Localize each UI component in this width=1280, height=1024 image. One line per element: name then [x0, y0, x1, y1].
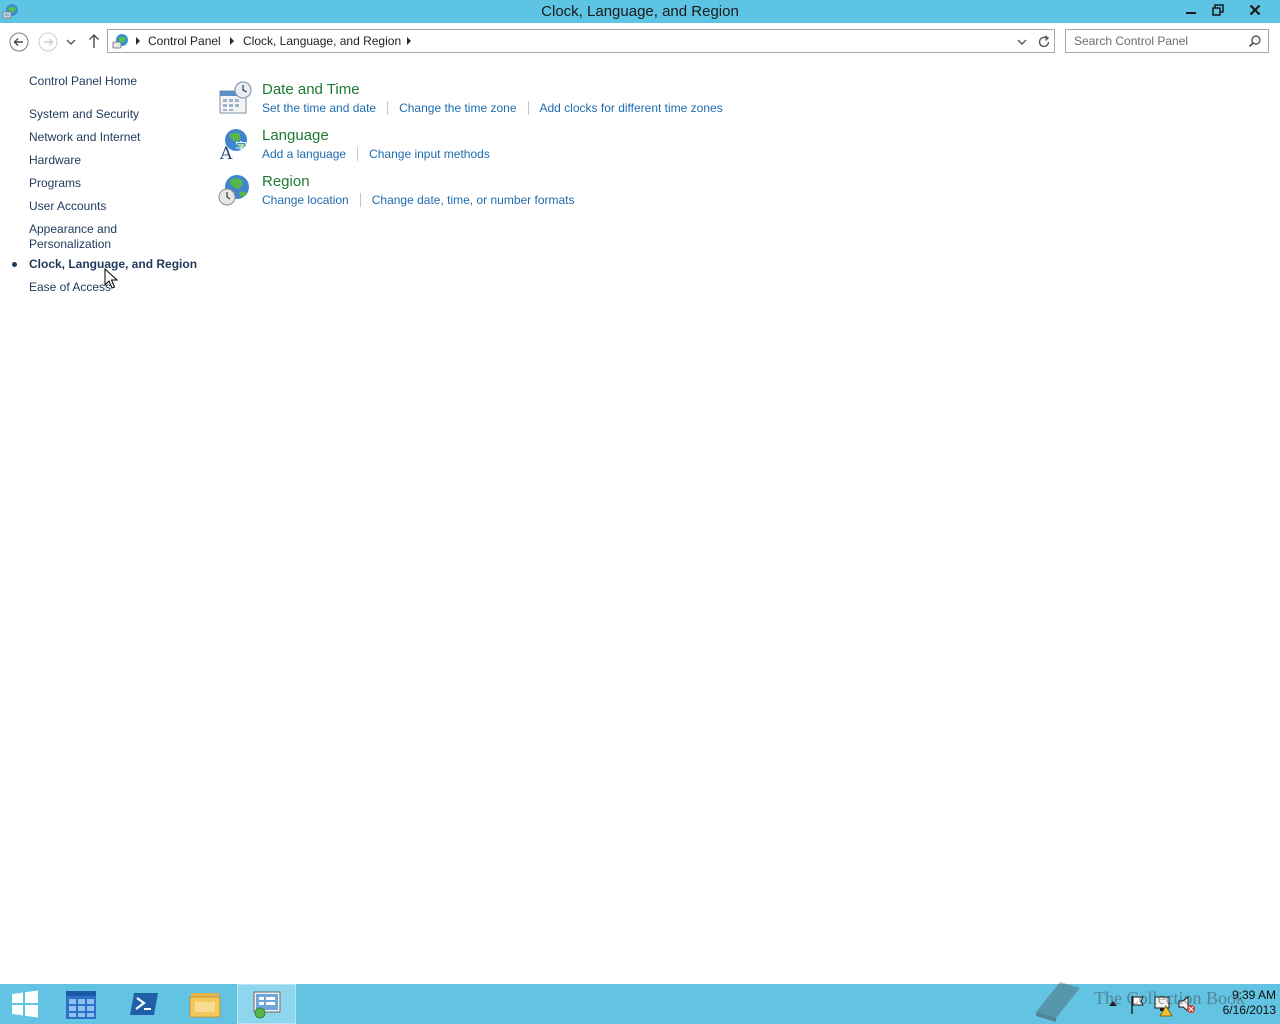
calendar-clock-icon[interactable] — [218, 81, 252, 115]
folder-icon — [189, 993, 221, 1018]
speaker-muted-icon[interactable] — [1176, 984, 1196, 1024]
sidebar-item-user-accounts[interactable]: User Accounts — [29, 199, 106, 214]
system-clock[interactable]: 9:39 AM 6/16/2013 — [1200, 988, 1276, 1018]
change-time-zone-link[interactable]: Change the time zone — [399, 101, 516, 115]
close-icon — [1249, 4, 1260, 16]
network-icon[interactable] — [1152, 984, 1174, 1024]
title-bar: Clock, Language, and Region — [0, 0, 1280, 23]
breadcrumb-clock-language-region[interactable]: Clock, Language, and Region — [243, 34, 401, 48]
server-manager-icon — [66, 991, 96, 1019]
svg-text:字: 字 — [235, 139, 247, 154]
restore-button[interactable] — [1204, 0, 1231, 20]
address-bar[interactable]: Control Panel Clock, Language, and Regio… — [107, 29, 1055, 53]
sidebar-item-appearance[interactable]: Appearance and Personalization — [29, 222, 117, 252]
start-button[interactable] — [0, 984, 50, 1024]
date-and-time-links: Set the time and date Change the time zo… — [262, 101, 723, 115]
search-icon[interactable] — [1248, 34, 1262, 48]
minimize-icon — [1185, 12, 1196, 14]
action-center-flag-icon[interactable] — [1128, 984, 1148, 1024]
breadcrumb-separator-icon[interactable] — [407, 37, 411, 45]
search-input[interactable] — [1066, 30, 1246, 52]
refresh-icon[interactable] — [1036, 34, 1052, 50]
add-language-link[interactable]: Add a language — [262, 147, 346, 161]
region-title[interactable]: Region — [262, 173, 310, 190]
language-title[interactable]: Language — [262, 127, 329, 144]
taskbar: 9:39 AM 6/16/2013 — [0, 984, 1280, 1024]
window-title: Clock, Language, and Region — [541, 3, 739, 20]
svg-text:A: A — [219, 144, 233, 161]
sidebar-item-system-security[interactable]: System and Security — [29, 107, 139, 122]
link-separator — [527, 101, 529, 115]
add-clocks-link[interactable]: Add clocks for different time zones — [540, 101, 723, 115]
sidebar-item-clock-language-region[interactable]: Clock, Language, and Region — [29, 257, 197, 272]
change-formats-link[interactable]: Change date, time, or number formats — [372, 193, 575, 207]
link-separator — [359, 193, 361, 207]
link-separator — [357, 147, 359, 161]
chevron-down-icon[interactable] — [1015, 35, 1029, 49]
language-globe-icon[interactable]: A 字 — [218, 127, 252, 161]
region-globe-icon[interactable] — [218, 173, 252, 207]
back-arrow-icon[interactable] — [8, 31, 30, 53]
breadcrumb-separator-icon[interactable] — [136, 37, 140, 45]
sidebar-item-network-internet[interactable]: Network and Internet — [29, 130, 140, 145]
control-panel-icon — [112, 34, 128, 49]
search-box[interactable] — [1065, 29, 1269, 53]
taskbar-powershell[interactable] — [116, 984, 172, 1024]
taskbar-control-panel[interactable] — [237, 984, 296, 1024]
link-separator — [387, 101, 389, 115]
taskbar-server-manager[interactable] — [55, 984, 107, 1024]
sidebar-item-programs[interactable]: Programs — [29, 176, 81, 191]
sidebar-item-hardware[interactable]: Hardware — [29, 153, 81, 168]
restore-icon — [1211, 4, 1224, 16]
breadcrumb-separator-icon[interactable] — [230, 37, 234, 45]
active-item-bullet — [12, 262, 17, 267]
sidebar-item-label: Personalization — [29, 237, 112, 251]
navigation-bar: Control Panel Clock, Language, and Regio… — [0, 23, 1280, 59]
sidebar-item-ease-of-access[interactable]: Ease of Access — [29, 280, 111, 295]
show-hidden-icons-chevron-icon[interactable] — [1106, 984, 1120, 1024]
region-links: Change location Change date, time, or nu… — [262, 193, 575, 207]
breadcrumb-control-panel[interactable]: Control Panel — [148, 34, 221, 48]
windows-logo-icon — [12, 990, 38, 1018]
date-and-time-title[interactable]: Date and Time — [262, 81, 360, 98]
up-arrow-icon[interactable] — [85, 32, 103, 50]
clock-time: 9:39 AM — [1231, 988, 1276, 1002]
powershell-icon — [130, 993, 158, 1015]
taskbar-file-explorer[interactable] — [176, 984, 234, 1024]
language-links: Add a language Change input methods — [262, 147, 490, 161]
change-location-link[interactable]: Change location — [262, 193, 349, 207]
set-time-date-link[interactable]: Set the time and date — [262, 101, 376, 115]
control-panel-home-link[interactable]: Control Panel Home — [29, 74, 137, 89]
sidebar-item-label: Appearance and — [29, 222, 118, 236]
control-panel-icon — [253, 991, 280, 1019]
forward-arrow-icon[interactable] — [37, 31, 59, 53]
change-input-methods-link[interactable]: Change input methods — [369, 147, 490, 161]
recent-locations-chevron-icon[interactable] — [64, 35, 78, 49]
close-button[interactable] — [1231, 0, 1278, 20]
clock-date: 6/16/2013 — [1222, 1003, 1276, 1017]
minimize-button[interactable] — [1177, 0, 1204, 20]
